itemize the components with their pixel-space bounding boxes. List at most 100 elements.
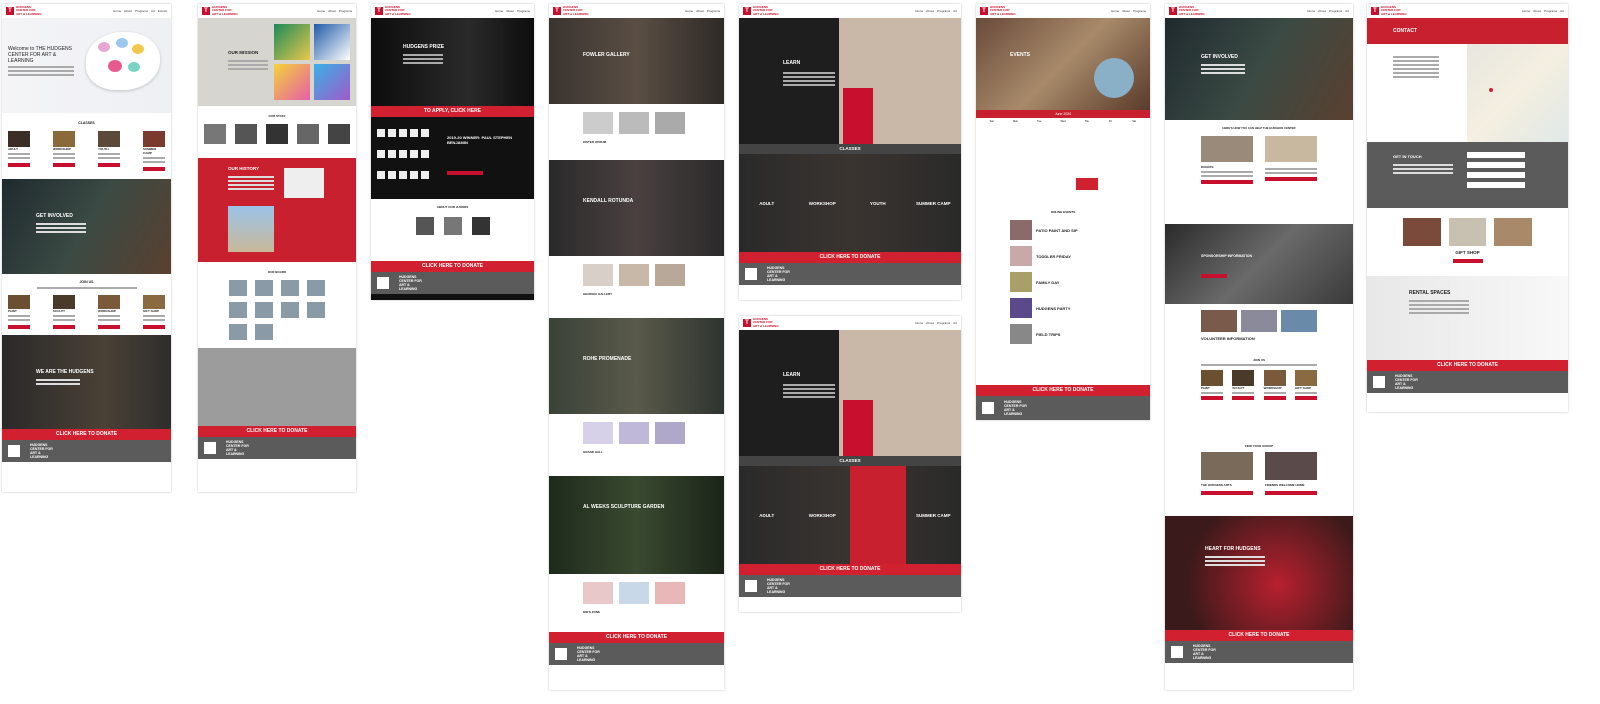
- involved-page: T HUDGENS CENTER FOR ART & LEARNING Home A…: [1165, 4, 1353, 690]
- donate-button[interactable]: CLICK HERE TO DONATE: [2, 429, 171, 440]
- shop-button[interactable]: [1452, 259, 1483, 263]
- donate-button[interactable]: CLICK HERE TO DONATE: [1367, 360, 1568, 371]
- logo[interactable]: T HUDGENS CENTER FOR ART & LEARNING: [6, 4, 42, 17]
- contact-banner: CONTACT: [1367, 18, 1568, 44]
- event-item[interactable]: FAMILY DAY: [1010, 272, 1116, 292]
- group-button[interactable]: [1201, 491, 1253, 495]
- staff-heading: OUR STAFF: [268, 114, 286, 118]
- class-card[interactable]: SUMMER CAMP: [143, 131, 165, 171]
- learn-hero: LEARN: [739, 330, 961, 456]
- events-page: T HUDGENS CENTER FOR ART & LEARNING Home A…: [976, 4, 1150, 420]
- class-options: ADULT WORKSHOP YOUTH SUMMER CAMP: [739, 154, 961, 252]
- kendall-rotunda: KENDALL ROTUNDA: [549, 160, 724, 256]
- join-button[interactable]: [1263, 396, 1286, 400]
- nav-home[interactable]: Home: [113, 9, 121, 13]
- mission-section: OUR MISSION: [198, 18, 356, 106]
- group-button[interactable]: [1265, 491, 1317, 495]
- winner-section: 2019-20 WINNER: PAUL STEPHEN BENJAMIN: [371, 117, 534, 199]
- join-button[interactable]: [53, 325, 75, 329]
- donate-button[interactable]: CLICK HERE TO DONATE: [739, 252, 961, 263]
- donate-button[interactable]: CLICK HERE TO DONATE: [739, 564, 961, 575]
- site-header: T HUDGENS CENTER FOR ART & LEARNING Home A…: [371, 4, 534, 18]
- join-button[interactable]: [98, 325, 120, 329]
- donate-button[interactable]: CLICK HERE TO DONATE: [976, 385, 1150, 396]
- winner-title: 2019-20 WINNER: PAUL STEPHEN BENJAMIN: [447, 135, 512, 145]
- gallery-button[interactable]: [447, 171, 483, 175]
- about-page: T HUDGENS CENTER FOR ART & LEARNING Home A…: [198, 4, 356, 492]
- calendar-month: June 2020: [976, 110, 1150, 118]
- apply-button[interactable]: TO APPLY, CLICK HERE: [371, 106, 534, 117]
- logo-mark: T: [6, 7, 14, 15]
- donate-button[interactable]: CLICK HERE TO DONATE: [549, 632, 724, 643]
- nav-about[interactable]: About: [124, 9, 132, 13]
- sculpture-garden: AL WEEKS SCULPTURE GARDEN: [549, 476, 724, 574]
- email-input[interactable]: [1467, 162, 1525, 168]
- learn-page-alt: T HUDGENS CENTER FOR ART & LEARNING Home A…: [739, 316, 961, 612]
- class-option[interactable]: SUMMER CAMP: [906, 466, 962, 564]
- classes-heading: CLASSES: [78, 121, 95, 125]
- get-in-touch: GET IN TOUCH: [1367, 142, 1568, 208]
- class-option[interactable]: WORKSHOP: [795, 154, 851, 252]
- palette-image: [86, 32, 160, 90]
- join-button[interactable]: [8, 325, 30, 329]
- classes-heading: CLASSES: [739, 144, 961, 154]
- class-option[interactable]: YOUTH: [850, 154, 906, 252]
- sponsorship-banner: SPONSORSHIP INFORMATION: [1165, 224, 1353, 304]
- class-card[interactable]: WORKSHOP: [53, 131, 75, 171]
- main-nav: Home About Programs Art Events: [113, 9, 167, 13]
- class-option[interactable]: ADULT: [739, 466, 795, 564]
- nav-events[interactable]: Events: [158, 9, 167, 13]
- event-item[interactable]: HUDGENS PARTY: [1010, 298, 1116, 318]
- name-input[interactable]: [1467, 152, 1525, 158]
- logo[interactable]: T HUDGENS CENTER FOR ART & LEARNING: [202, 5, 238, 17]
- donate-button[interactable]: CLICK HERE TO DONATE: [1165, 630, 1353, 641]
- heart-banner: HEART FOR HUDGENS: [1165, 516, 1353, 630]
- home-hero: Welcome to THE HUDGENS CENTER FOR ART & …: [2, 18, 171, 113]
- class-option[interactable]: WORKSHOP: [795, 466, 851, 564]
- contact-page: T HUDGENS CENTER FOR ART & LEARNING Home A…: [1367, 4, 1568, 412]
- event-item[interactable]: PATIO PAINT AND SIP: [1010, 220, 1116, 240]
- nav-art[interactable]: Art: [151, 9, 155, 13]
- involved-hero: GET INVOLVED: [1165, 18, 1353, 120]
- site-header: T HUDGENS CENTER FOR ART & LEARNING Home A…: [739, 4, 961, 18]
- event-item[interactable]: FIELD TRIPS: [1010, 324, 1116, 344]
- youth-option-active[interactable]: [850, 466, 906, 564]
- class-card[interactable]: ADULT: [8, 131, 30, 171]
- site-header: T HUDGENS CENTER FOR ART & LEARNING Home A…: [1367, 4, 1568, 18]
- class-option[interactable]: ADULT: [739, 154, 795, 252]
- we-are-title: WE ARE THE HUDGENS: [36, 369, 94, 375]
- galleries-page: T HUDGENS CENTER FOR ART & LEARNING Home A…: [549, 4, 724, 690]
- class-card[interactable]: YOUTH: [98, 131, 120, 171]
- join-button[interactable]: [143, 325, 165, 329]
- get-involved-title: GET INVOLVED: [36, 213, 73, 219]
- sponsors-section: [198, 348, 356, 426]
- prize-hero: HUDGENS PRIZE: [371, 18, 534, 106]
- learn-page: T HUDGENS CENTER FOR ART & LEARNING Home A…: [739, 4, 961, 300]
- mission-title: OUR MISSION: [228, 50, 259, 55]
- calendar: Sun Mon Tue Wed Thu Fri Sat: [976, 118, 1150, 206]
- donate-button[interactable]: CLICK HERE TO DONATE: [198, 426, 356, 437]
- donate-button[interactable]: CLICK HERE TO DONATE: [371, 261, 534, 272]
- we-are-banner: WE ARE THE HUDGENS: [2, 335, 171, 429]
- member-button[interactable]: [1265, 177, 1317, 181]
- map[interactable]: [1467, 44, 1568, 142]
- site-footer: HUDGENS CENTER FOR ART & LEARNING: [2, 440, 171, 462]
- logo-text: HUDGENS CENTER FOR ART & LEARNING: [16, 4, 42, 16]
- board-heading: OUR BOARD: [267, 270, 287, 274]
- sponsor-button[interactable]: [1201, 274, 1227, 278]
- event-item[interactable]: TODDLER FRIDAY: [1010, 246, 1116, 266]
- calendar-selected-day[interactable]: [1076, 178, 1098, 190]
- get-involved-banner: GET INVOLVED: [2, 179, 171, 274]
- nav-programs[interactable]: Programs: [135, 9, 148, 13]
- phone-input[interactable]: [1467, 172, 1525, 178]
- class-option[interactable]: SUMMER CAMP: [906, 154, 962, 252]
- join-button[interactable]: [1294, 396, 1317, 400]
- message-input[interactable]: [1467, 182, 1525, 188]
- join-button[interactable]: [1232, 396, 1255, 400]
- donate-info-button[interactable]: [1201, 180, 1253, 184]
- join-button[interactable]: [1201, 396, 1223, 400]
- jury-heading: ABOUT OUR JURORS: [436, 205, 469, 209]
- history-section: OUR HISTORY: [198, 158, 356, 262]
- prize-title: HUDGENS PRIZE: [403, 44, 445, 50]
- site-header: T HUDGENS CENTER FOR ART & LEARNING Home A…: [1165, 4, 1353, 18]
